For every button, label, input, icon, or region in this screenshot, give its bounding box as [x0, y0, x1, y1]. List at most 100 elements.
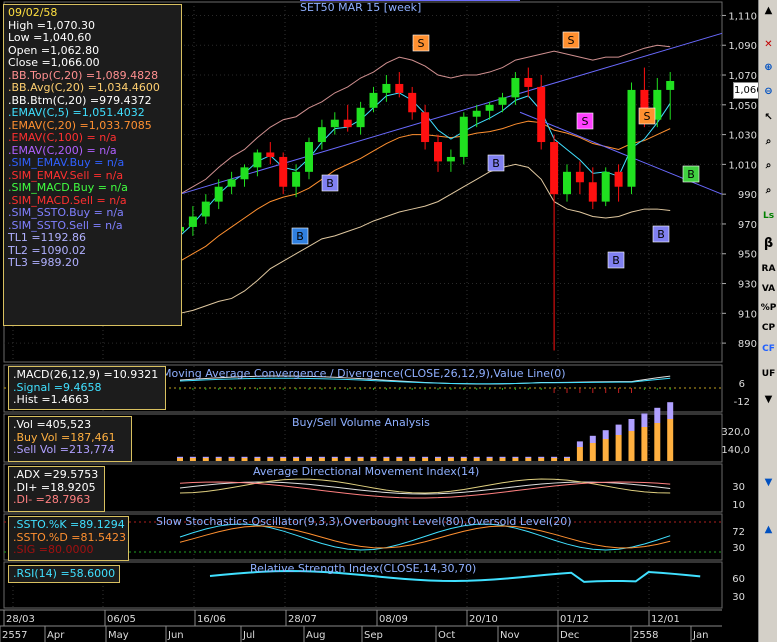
- candle-body: [537, 86, 546, 143]
- buy-volume-bar: [589, 443, 596, 461]
- toolbar-ls-icon[interactable]: Ls: [760, 208, 777, 224]
- toolbar-ra-button[interactable]: RA: [760, 261, 777, 277]
- magnify-icon[interactable]: ⌕: [760, 134, 777, 150]
- candle-body: [550, 142, 559, 195]
- candle-body: [666, 80, 675, 90]
- info-row: TL3 =989.20: [8, 256, 80, 269]
- close-icon[interactable]: ✕: [760, 37, 777, 53]
- sell-volume-bar: [306, 456, 312, 458]
- candle-body: [498, 97, 507, 105]
- buy-volume-bar: [499, 458, 506, 461]
- candle-body: [575, 171, 584, 183]
- candle-body: [356, 107, 365, 128]
- price-tick-label: 910: [738, 309, 757, 320]
- sell-volume-bar: [189, 456, 196, 458]
- candle-body: [201, 201, 210, 217]
- sell-volume-bar: [318, 456, 325, 458]
- price-tick-label: 1,110: [728, 11, 757, 22]
- sell-volume-bar: [422, 456, 429, 458]
- price-tick-label: 1,070: [728, 71, 757, 82]
- buy-volume-bar: [512, 458, 519, 461]
- adx-row: .DI- =28.7963: [13, 493, 91, 506]
- toolbar-beta-icon[interactable]: β: [760, 236, 777, 252]
- arrow-tool-icon[interactable]: ↖: [760, 110, 777, 126]
- date-axis-top-label: 16/06: [197, 614, 226, 625]
- price-tick-label: 1,030: [728, 131, 757, 142]
- adx-panel-title: Average Directional Movement Index(14): [253, 465, 480, 478]
- date-axis-top-label: 20/10: [469, 614, 498, 625]
- zoom-in-icon[interactable]: ⊕: [760, 60, 777, 76]
- sell-volume-bar: [641, 413, 648, 427]
- buy-volume-bar: [396, 458, 403, 461]
- panel-up-icon[interactable]: ▲: [760, 522, 777, 538]
- ssto-info-box: .SSTO.%K =89.1294 .SSTO.%D =81.5423 .SIG =…: [8, 516, 129, 561]
- candle-body: [627, 89, 636, 187]
- ssto-d-line: [179, 525, 671, 549]
- buy-volume-bar: [202, 458, 209, 461]
- signal-marker-label: S: [568, 34, 575, 47]
- toolbar-cf-button[interactable]: CF: [760, 341, 777, 357]
- buy-volume-bar: [486, 458, 493, 461]
- buy-volume-bar: [525, 458, 532, 461]
- candle-body: [188, 216, 197, 227]
- candle-body: [459, 116, 468, 157]
- sell-volume-bar: [357, 456, 364, 458]
- magnify-plus-icon[interactable]: ⌕: [760, 158, 777, 174]
- scroll-up-icon[interactable]: ▲: [760, 3, 777, 19]
- macd-row: .MACD(26,12,9) =10.9321: [13, 368, 159, 381]
- candle-body: [369, 92, 378, 108]
- di-plus-line: [179, 478, 671, 494]
- info-row: TL1 =1192.86: [8, 231, 87, 244]
- sell-volume-bar: [499, 456, 506, 458]
- signal-marker-label: S: [418, 37, 425, 50]
- date-axis-top-label: 06/05: [107, 614, 136, 625]
- buy-volume-bar: [435, 458, 441, 461]
- buy-volume-bar: [370, 458, 377, 461]
- candle-body: [330, 119, 339, 128]
- adx-tick-label: 30: [732, 482, 745, 493]
- buy-volume-bar: [318, 458, 325, 461]
- ssto-row: .SSTO.%K =89.1294: [13, 518, 125, 531]
- sell-volume-bar: [254, 456, 261, 458]
- toolbar-percent-button[interactable]: %P: [760, 300, 777, 316]
- buy-volume-bar: [215, 458, 222, 461]
- buy-volume-bar: [628, 431, 635, 461]
- toolbar-va-button[interactable]: VA: [760, 281, 777, 297]
- sell-volume-bar: [615, 424, 622, 435]
- sell-volume-bar: [344, 456, 351, 458]
- date-axis-bottom-label: Apr: [47, 630, 65, 641]
- buy-volume-bar: [667, 419, 674, 461]
- signal-marker-label: S: [582, 115, 589, 128]
- toolbar-uf-button[interactable]: UF: [760, 366, 777, 382]
- info-row: .EMAV(C,100) = n/a: [8, 131, 117, 144]
- zoom-out-icon[interactable]: ⊖: [760, 84, 777, 100]
- sell-volume-bar: [293, 456, 300, 458]
- candle-body: [434, 142, 442, 162]
- sell-volume-bar: [602, 430, 609, 439]
- sell-volume-bar: [331, 456, 338, 458]
- candle-body: [395, 83, 404, 93]
- magnify-minus-icon[interactable]: ⌕: [760, 183, 777, 199]
- buy-volume-bar: [228, 458, 235, 461]
- info-row: Close =1,066.00: [8, 56, 100, 69]
- scroll-down-icon[interactable]: ▼: [760, 392, 777, 408]
- date-axis-bottom-label: Nov: [500, 630, 520, 641]
- sell-volume-bar: [370, 456, 377, 458]
- info-row: Low =1,040.60: [8, 31, 92, 44]
- date-axis-bottom-label: Oct: [438, 630, 455, 641]
- toolbar-cp-button[interactable]: CP: [760, 320, 777, 336]
- buy-volume-bar: [654, 423, 661, 461]
- volume-tick-label: 320,0: [721, 427, 750, 438]
- buy-volume-bar: [473, 458, 480, 461]
- sell-volume-bar: [628, 419, 635, 431]
- buy-volume-bar: [409, 458, 416, 461]
- panel-down-icon[interactable]: ▼: [760, 475, 777, 491]
- rsi-row: .RSI(14) =58.6000: [13, 567, 116, 580]
- candle-body: [511, 78, 520, 98]
- price-tick-label: 1,090: [728, 41, 757, 52]
- sell-volume-bar: [486, 456, 493, 458]
- volume-panel-title: Buy/Sell Volume Analysis: [292, 416, 430, 429]
- date-axis-top-label: 12/01: [651, 614, 680, 625]
- buy-volume-bar: [331, 458, 338, 461]
- date-axis-top-label: 01/12: [560, 614, 589, 625]
